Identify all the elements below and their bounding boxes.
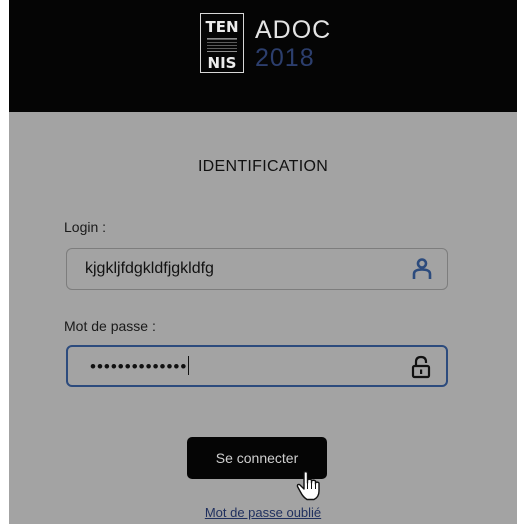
tennis-logo: TEN NIS: [200, 13, 244, 73]
header-bar: TEN NIS ADOC 2018: [9, 0, 517, 112]
user-icon: [412, 258, 432, 279]
login-label: Login :: [64, 219, 107, 235]
password-field[interactable]: ••••••••••••••: [66, 345, 448, 387]
password-masked-text: ••••••••••••••: [90, 357, 188, 376]
login-value[interactable]: kjgkljfdgkldfjgkldfg: [85, 260, 214, 278]
hand-pointer-icon: [296, 470, 320, 501]
brand-name: ADOC: [255, 16, 332, 44]
page-title: IDENTIFICATION: [197, 158, 329, 175]
forgot-password-link[interactable]: Mot de passe oublié: [9, 505, 517, 520]
login-panel: IDENTIFICATION Login : kjgkljfdgkldfjgkl…: [9, 112, 517, 524]
password-value[interactable]: ••••••••••••••: [90, 356, 190, 377]
lock-icon: [411, 355, 431, 379]
brand-year: 2018: [255, 44, 315, 72]
login-page: TEN NIS ADOC 2018 IDENTIFICATION Login :…: [0, 0, 526, 524]
logo-text-bottom: NIS: [207, 54, 237, 72]
logo-divider: [207, 38, 237, 52]
login-field[interactable]: kjgkljfdgkldfjgkldfg: [66, 248, 448, 290]
text-caret: [188, 356, 190, 375]
logo-text-top: TEN: [205, 18, 239, 36]
password-label: Mot de passe :: [64, 318, 156, 334]
